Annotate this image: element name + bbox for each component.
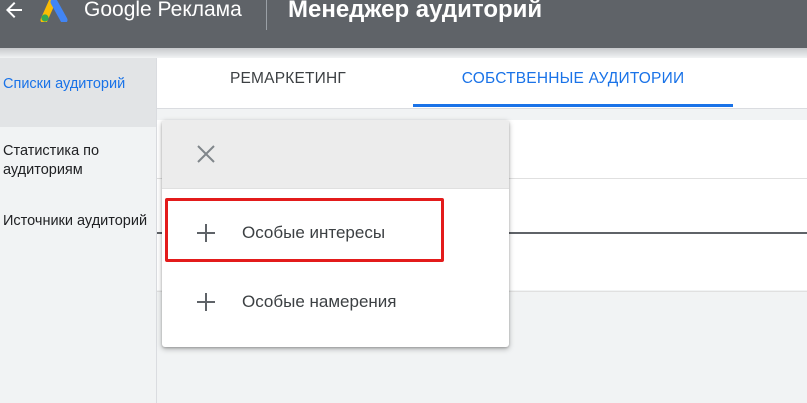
- sidebar-item-audience-sources[interactable]: Источники аудиторий: [0, 212, 156, 258]
- topbar-shadow: [0, 48, 807, 58]
- plus-icon: [197, 293, 215, 311]
- highlight-box: [165, 198, 444, 262]
- back-arrow-icon[interactable]: [2, 0, 26, 24]
- menu-header: [162, 120, 509, 189]
- sidebar-item-audience-lists[interactable]: Списки аудиторий: [0, 58, 156, 127]
- sidebar-item-audience-stats[interactable]: Статистика по аудиториям: [0, 142, 156, 188]
- sidebar: Списки аудиторий Статистика по аудитория…: [0, 58, 156, 403]
- brand-name: Google Реклама: [84, 0, 242, 21]
- tab-own-audiences[interactable]: СОБСТВЕННЫЕ АУДИТОРИИ: [413, 58, 733, 108]
- menu-item-label: Особые намерения: [242, 292, 397, 311]
- close-icon[interactable]: [193, 141, 219, 167]
- tabs-bar: РЕМАРКЕТИНГ СОБСТВЕННЫЕ АУДИТОРИИ: [157, 58, 807, 109]
- tab-remarketing[interactable]: РЕМАРКЕТИНГ: [203, 58, 373, 108]
- menu-item-custom-intent[interactable]: Особые намерения: [162, 269, 509, 335]
- active-tab-indicator: [413, 104, 733, 107]
- page-title: Менеджер аудиторий: [288, 0, 543, 23]
- google-ads-logo-icon: [40, 0, 68, 22]
- header-divider: [266, 0, 267, 30]
- top-app-bar: Google Реклама Менеджер аудиторий: [0, 0, 807, 48]
